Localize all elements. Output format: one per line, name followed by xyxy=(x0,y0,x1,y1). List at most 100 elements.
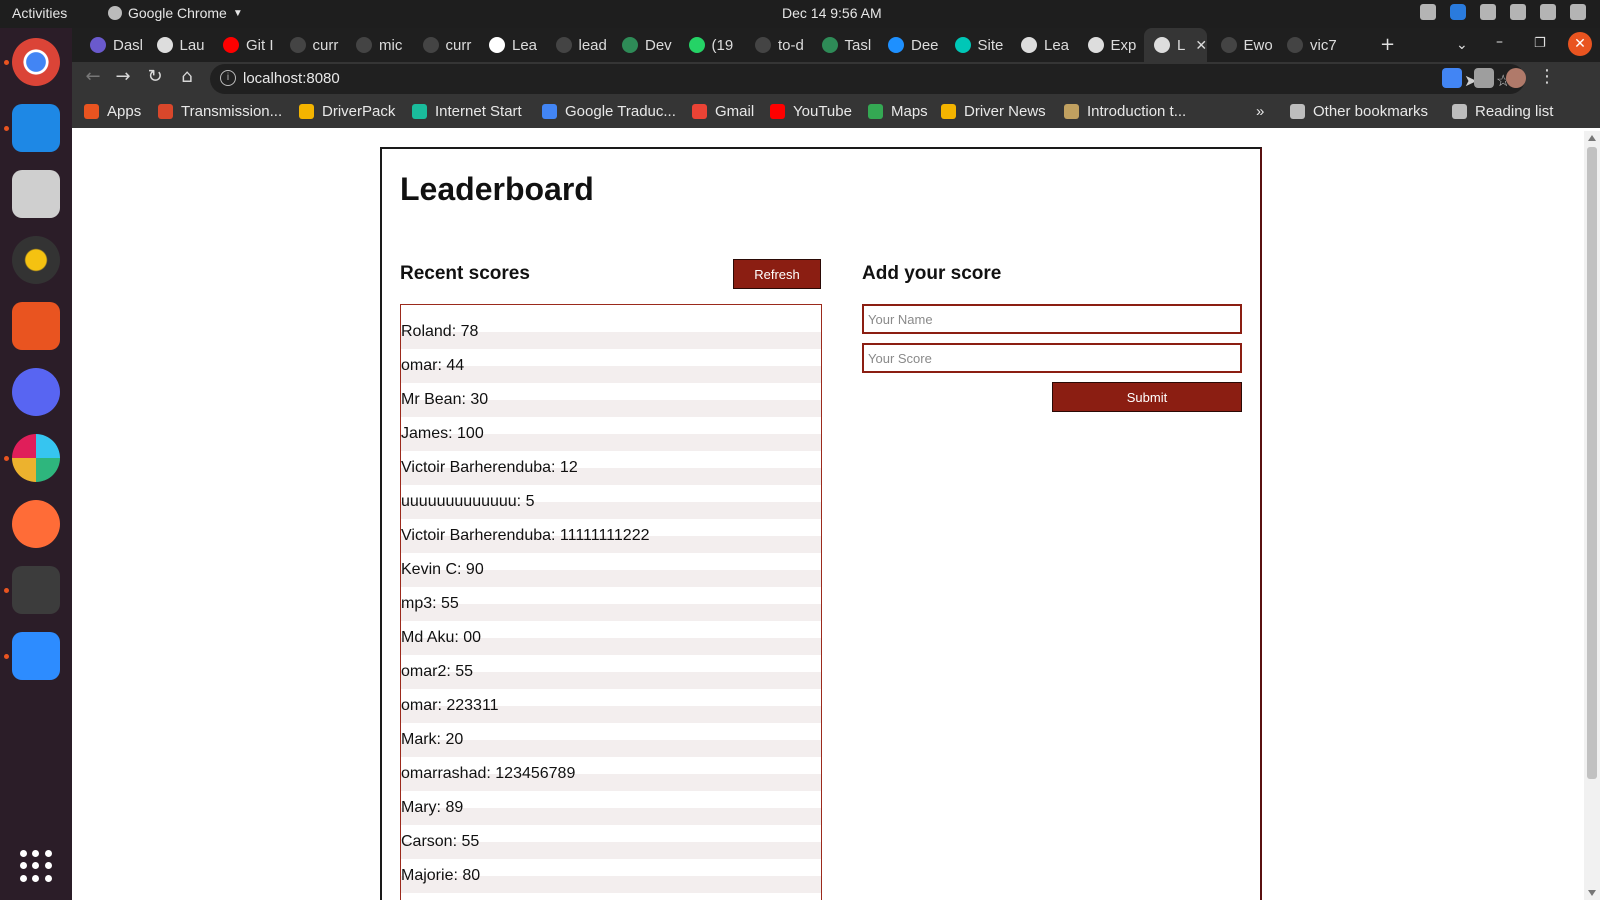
score-input[interactable] xyxy=(862,343,1242,373)
browser-tab[interactable]: lead xyxy=(546,28,609,62)
running-indicator xyxy=(4,126,9,131)
bookmark-item[interactable]: Google Traduc... xyxy=(542,103,676,120)
chrome-dock-icon[interactable] xyxy=(12,38,60,86)
browser-tab[interactable]: Ewo xyxy=(1211,28,1274,62)
address-bar[interactable]: i localhost:8080 ➤ ☆ xyxy=(210,64,1525,94)
discord-dock-icon[interactable] xyxy=(12,368,60,416)
brightness-icon[interactable] xyxy=(1480,4,1496,20)
tab-search-icon[interactable]: ⌄ xyxy=(1456,37,1468,53)
browser-tab[interactable]: Exp xyxy=(1078,28,1141,62)
browser-tab[interactable]: L ✕ xyxy=(1144,28,1207,62)
browser-tab[interactable]: Git I xyxy=(213,28,276,62)
score-row: omarrashad: 123456789 xyxy=(401,757,821,791)
browser-tab[interactable]: Site xyxy=(945,28,1008,62)
bookmark-icon xyxy=(84,104,99,119)
score-text: James: 100 xyxy=(401,425,484,442)
bookmark-item[interactable]: Maps xyxy=(868,103,928,120)
new-tab-button[interactable]: + xyxy=(1380,34,1395,55)
browser-tab[interactable]: Dasl xyxy=(80,28,143,62)
show-applications-icon[interactable] xyxy=(20,850,52,882)
submit-button[interactable]: Submit xyxy=(1052,382,1242,412)
battery-icon[interactable] xyxy=(1570,4,1586,20)
close-window-button[interactable]: ✕ xyxy=(1568,32,1592,56)
files-dock-icon[interactable] xyxy=(12,170,60,218)
app-menu-label: Google Chrome xyxy=(128,5,227,21)
app-menu[interactable]: Google Chrome ▼ xyxy=(108,5,243,21)
score-row: Md Aku: 00 xyxy=(401,621,821,655)
translate-icon[interactable] xyxy=(1442,68,1462,88)
browser-tab[interactable]: Lea xyxy=(1011,28,1074,62)
tab-label: L xyxy=(1177,36,1186,54)
browser-tab[interactable]: (19 xyxy=(679,28,742,62)
bookmark-item[interactable]: DriverPack xyxy=(299,103,395,120)
browser-tab[interactable]: Dev xyxy=(612,28,675,62)
extensions-icon[interactable] xyxy=(1474,68,1494,88)
site-info-icon[interactable]: i xyxy=(220,70,236,86)
browser-tab[interactable]: mic xyxy=(346,28,409,62)
scores-list[interactable]: Roland: 78 omar: 44 Mr Bean: 30 James: 100 V… xyxy=(400,304,822,900)
browser-tab[interactable]: Dee xyxy=(878,28,941,62)
activities-button[interactable]: Activities xyxy=(12,5,67,21)
forward-icon[interactable]: → xyxy=(110,66,136,87)
postman-dock-icon[interactable] xyxy=(12,500,60,548)
back-icon[interactable]: ← xyxy=(80,66,106,87)
browser-tab[interactable]: curr xyxy=(280,28,343,62)
scroll-up-arrow[interactable] xyxy=(1588,135,1596,141)
bookmark-item[interactable]: Gmail xyxy=(692,103,754,120)
score-row: Kevin C: 90 xyxy=(401,553,821,587)
other-bookmarks-folder[interactable]: Other bookmarks xyxy=(1290,103,1428,120)
browser-tab[interactable]: vic7 xyxy=(1277,28,1340,62)
clock[interactable]: Dec 14 9:56 AM xyxy=(782,5,882,21)
chrome-icon xyxy=(108,6,122,20)
home-icon[interactable]: ⌂ xyxy=(174,66,200,87)
bookmark-item[interactable]: Introduction t... xyxy=(1064,103,1186,120)
zoom-tray-icon[interactable] xyxy=(1450,4,1466,20)
bookmark-label: DriverPack xyxy=(322,103,396,120)
bookmark-label: YouTube xyxy=(793,103,852,120)
bookmark-item[interactable]: Driver News xyxy=(941,103,1046,120)
browser-tab[interactable]: Tasl xyxy=(812,28,875,62)
score-text: Mary: 89 xyxy=(401,799,464,816)
wifi-icon[interactable] xyxy=(1510,4,1526,20)
score-row: Mark: 20 xyxy=(401,723,821,757)
page-scrollbar[interactable] xyxy=(1584,131,1600,900)
bookmark-item[interactable]: YouTube xyxy=(770,103,852,120)
bookmarks-overflow-icon[interactable]: » xyxy=(1256,103,1264,120)
rhythmbox-dock-icon[interactable] xyxy=(12,236,60,284)
slack-tray-icon[interactable] xyxy=(1420,4,1436,20)
volume-icon[interactable] xyxy=(1540,4,1556,20)
zoom-dock-icon[interactable] xyxy=(12,632,60,680)
reload-icon[interactable]: ↻ xyxy=(142,66,168,87)
terminal-dock-icon[interactable] xyxy=(12,566,60,614)
bookmark-item[interactable]: Transmission... xyxy=(158,103,282,120)
close-tab-icon[interactable]: ✕ xyxy=(1195,37,1206,54)
score-row: omar: 223311 xyxy=(401,689,821,723)
refresh-button[interactable]: Refresh xyxy=(733,259,821,289)
system-tray[interactable] xyxy=(1420,4,1586,20)
tab-label: vic7 xyxy=(1310,36,1337,54)
scroll-down-arrow[interactable] xyxy=(1588,890,1596,896)
running-indicator xyxy=(4,654,9,659)
tab-favicon-icon xyxy=(755,37,771,53)
bookmark-label: Driver News xyxy=(964,103,1046,120)
software-center-dock-icon[interactable] xyxy=(12,302,60,350)
avatar[interactable] xyxy=(1506,68,1526,88)
bookmark-item[interactable]: Internet Start xyxy=(412,103,522,120)
minimize-button[interactable]: – xyxy=(1496,34,1503,50)
tab-label: curr xyxy=(445,36,472,54)
reading-list-button[interactable]: Reading list xyxy=(1452,103,1553,120)
maximize-button[interactable]: ❐ xyxy=(1534,36,1546,51)
name-input[interactable] xyxy=(862,304,1242,334)
scrollbar-thumb[interactable] xyxy=(1587,147,1597,779)
browser-tab[interactable]: Lea xyxy=(479,28,542,62)
chrome-menu-icon[interactable]: ⋮ xyxy=(1534,66,1560,87)
score-row: omar2: 55 xyxy=(401,655,821,689)
vscode-dock-icon[interactable] xyxy=(12,104,60,152)
browser-tab[interactable]: to-d xyxy=(745,28,808,62)
bookmark-item[interactable]: Apps xyxy=(84,103,141,120)
browser-tab[interactable]: Lau xyxy=(147,28,210,62)
other-bookmarks-label: Other bookmarks xyxy=(1313,103,1429,120)
tab-favicon-icon xyxy=(223,37,239,53)
slack-dock-icon[interactable] xyxy=(12,434,60,482)
browser-tab[interactable]: curr xyxy=(413,28,476,62)
